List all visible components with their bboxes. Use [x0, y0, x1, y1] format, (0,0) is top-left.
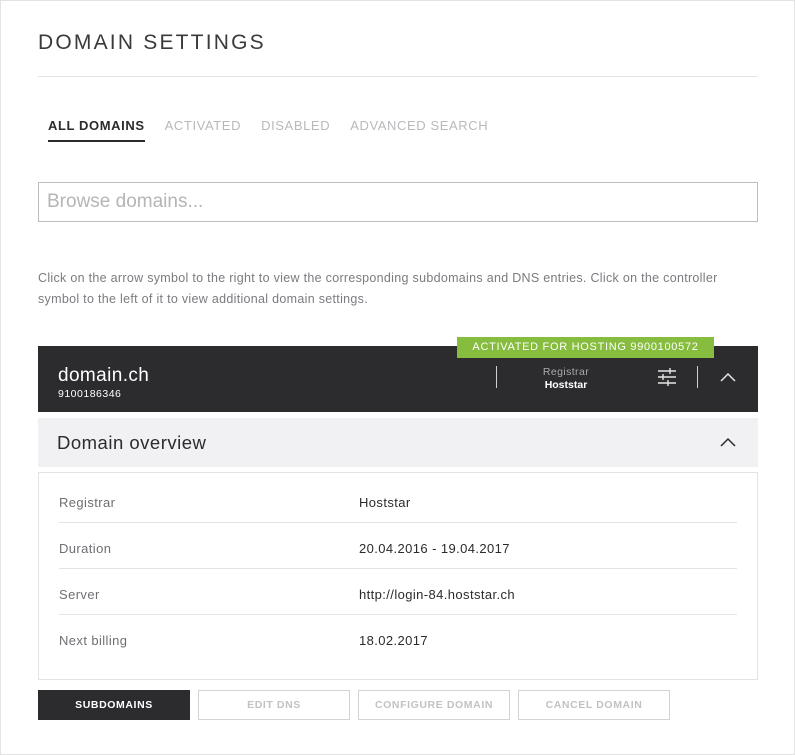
configure-domain-button[interactable]: CONFIGURE DOMAIN: [358, 690, 510, 720]
row-value: http://login-84.hoststar.ch: [359, 587, 516, 602]
overview-title: Domain overview: [57, 432, 207, 453]
row-value: 20.04.2016 - 19.04.2017: [359, 541, 510, 556]
row-label: Next billing: [59, 633, 128, 648]
row-value: Hoststar: [359, 495, 411, 510]
overview-row-server: Server http://login-84.hoststar.ch: [59, 569, 737, 615]
subdomains-button[interactable]: SUBDOMAINS: [38, 690, 190, 720]
domain-number: 9100186346: [58, 388, 122, 400]
overview-row-duration: Duration 20.04.2016 - 19.04.2017: [59, 523, 737, 569]
overview-row-registrar: Registrar Hoststar: [59, 477, 737, 523]
registrar-info: Registrar Hoststar: [518, 366, 614, 391]
tab-advanced-search[interactable]: ADVANCED SEARCH: [350, 118, 488, 142]
edit-dns-button[interactable]: EDIT DNS: [198, 690, 350, 720]
title-divider: [38, 76, 758, 77]
tab-all-domains[interactable]: ALL DOMAINS: [48, 118, 145, 142]
domain-name: domain.ch: [58, 365, 150, 386]
row-label: Duration: [59, 541, 112, 556]
domain-overview-toggle[interactable]: Domain overview: [38, 418, 758, 467]
search-box: [38, 182, 758, 222]
divider: [496, 366, 497, 388]
help-text: Click on the arrow symbol to the right t…: [38, 271, 718, 306]
cancel-domain-button[interactable]: CANCEL DOMAIN: [518, 690, 670, 720]
overview-row-next-billing: Next billing 18.02.2017: [59, 615, 737, 661]
tab-activated[interactable]: ACTIVATED: [165, 118, 241, 142]
domain-overview-panel: Registrar Hoststar Duration 20.04.2016 -…: [38, 472, 758, 680]
row-label: Registrar: [59, 495, 116, 510]
sliders-icon[interactable]: [656, 367, 678, 387]
registrar-value: Hoststar: [544, 379, 588, 391]
row-label: Server: [59, 587, 100, 602]
search-input[interactable]: [39, 183, 757, 221]
tab-disabled[interactable]: DISABLED: [261, 118, 330, 142]
registrar-label: Registrar: [542, 366, 590, 378]
domain-filter-tabs: ALL DOMAINS ACTIVATED DISABLED ADVANCED …: [48, 118, 488, 142]
hosting-status-badge: ACTIVATED FOR HOSTING 9900100572: [457, 337, 714, 358]
page-title: DOMAIN SETTINGS: [38, 31, 266, 54]
chevron-up-icon: [718, 435, 738, 449]
row-value: 18.02.2017: [359, 633, 429, 648]
divider: [697, 366, 698, 388]
chevron-up-icon[interactable]: [718, 370, 738, 384]
